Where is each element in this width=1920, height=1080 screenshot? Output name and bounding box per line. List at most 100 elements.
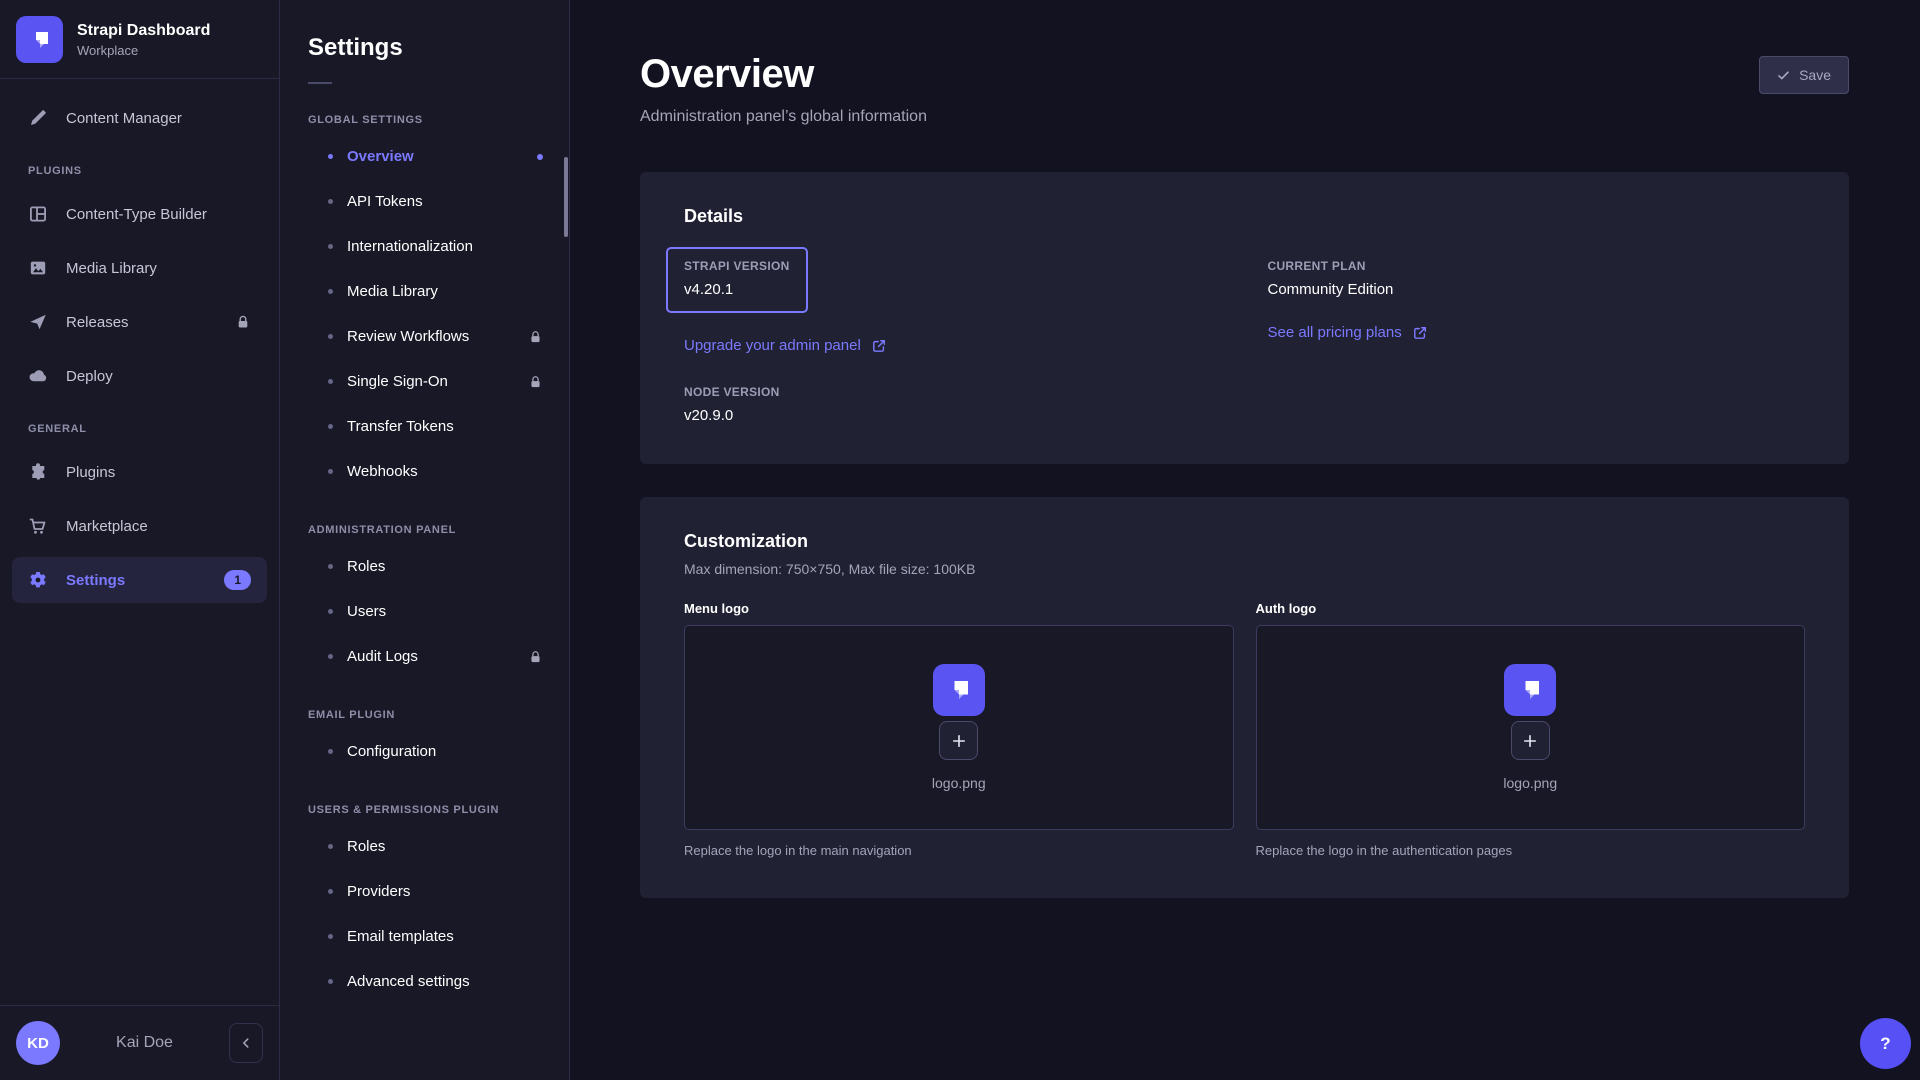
subnav-item-label: Review Workflows — [347, 328, 469, 345]
menu-logo-label: Menu logo — [684, 601, 1234, 616]
subnav-item-advanced-settings[interactable]: Advanced settings — [280, 959, 569, 1004]
subnav-item-label: Advanced settings — [347, 973, 470, 990]
bullet-icon — [328, 889, 333, 894]
auth-logo-description: Replace the logo in the authentication p… — [1256, 843, 1806, 858]
sidebar-item-deploy[interactable]: Deploy — [12, 353, 267, 399]
sidebar-item-label: Content-Type Builder — [66, 206, 207, 223]
subnav-item-email-templates[interactable]: Email templates — [280, 914, 569, 959]
subnav-item-audit-logs[interactable]: Audit Logs — [280, 634, 569, 679]
subnav-item-overview[interactable]: Overview — [280, 134, 569, 179]
sidebar-item-settings[interactable]: Settings 1 — [12, 557, 267, 603]
subnav-scrollbar[interactable] — [564, 157, 568, 237]
avatar[interactable]: KD — [16, 1021, 60, 1065]
sidebar-item-label: Deploy — [66, 368, 113, 385]
bullet-icon — [328, 154, 333, 159]
strapi-version-highlight: STRAPI VERSION v4.20.1 — [666, 247, 808, 313]
collapse-sidebar-button[interactable] — [229, 1023, 263, 1063]
subnav-item-internationalization[interactable]: Internationalization — [280, 224, 569, 269]
bullet-icon — [328, 199, 333, 204]
cart-icon — [28, 516, 48, 536]
subnav-item-configuration[interactable]: Configuration — [280, 729, 569, 774]
auth-logo-label: Auth logo — [1256, 601, 1806, 616]
pricing-link-label: See all pricing plans — [1268, 324, 1402, 341]
details-grid: STRAPI VERSION v4.20.1 Upgrade your admi… — [684, 247, 1805, 424]
subnav-item-label: Single Sign-On — [347, 373, 448, 390]
sidebar-item-releases[interactable]: Releases — [12, 299, 267, 345]
upgrade-link-label: Upgrade your admin panel — [684, 337, 861, 354]
sidebar-item-content-type-builder[interactable]: Content-Type Builder — [12, 191, 267, 237]
page-subtitle: Administration panel’s global informatio… — [640, 108, 927, 126]
node-version-value: v20.9.0 — [684, 407, 1222, 424]
lock-icon — [528, 329, 543, 344]
subnav-item-label: API Tokens — [347, 193, 423, 210]
bullet-icon — [328, 424, 333, 429]
subnav-item-admin-roles[interactable]: Roles — [280, 544, 569, 589]
sidebar-item-label: Settings — [66, 572, 125, 589]
brand-subtitle: Workplace — [77, 43, 210, 58]
bullet-icon — [328, 749, 333, 754]
chevron-left-icon — [239, 1036, 253, 1050]
sidebar-item-content-manager[interactable]: Content Manager — [12, 95, 267, 141]
sidebar-section-general: GENERAL — [12, 423, 267, 435]
subnav-item-transfer-tokens[interactable]: Transfer Tokens — [280, 404, 569, 449]
pricing-plans-link[interactable]: See all pricing plans — [1268, 324, 1428, 341]
puzzle-icon — [28, 462, 48, 482]
details-card: Details STRAPI VERSION v4.20.1 Upgrade y… — [640, 172, 1849, 464]
subnav-item-label: Transfer Tokens — [347, 418, 454, 435]
bullet-icon — [328, 979, 333, 984]
sidebar-item-label: Media Library — [66, 260, 157, 277]
sidebar-item-label: Releases — [66, 314, 129, 331]
menu-logo-upload-box[interactable]: logo.png — [684, 625, 1234, 830]
sidebar-item-marketplace[interactable]: Marketplace — [12, 503, 267, 549]
lock-icon — [528, 649, 543, 664]
image-icon — [28, 258, 48, 278]
lock-icon — [528, 374, 543, 389]
bullet-icon — [328, 289, 333, 294]
sidebar-item-plugins[interactable]: Plugins — [12, 449, 267, 495]
current-plan-label: CURRENT PLAN — [1268, 259, 1806, 273]
add-menu-logo-button[interactable] — [939, 721, 978, 760]
add-auth-logo-button[interactable] — [1511, 721, 1550, 760]
bullet-icon — [328, 844, 333, 849]
cloud-icon — [28, 366, 48, 386]
subnav-item-api-tokens[interactable]: API Tokens — [280, 179, 569, 224]
subnav-item-providers[interactable]: Providers — [280, 869, 569, 914]
sidebar-item-label: Plugins — [66, 464, 115, 481]
subnav-item-single-sign-on[interactable]: Single Sign-On — [280, 359, 569, 404]
save-button-label: Save — [1799, 67, 1831, 83]
subnav-section-global-settings: GLOBAL SETTINGS — [280, 114, 569, 126]
subnav-item-up-roles[interactable]: Roles — [280, 824, 569, 869]
brand-text: Strapi Dashboard Workplace — [77, 22, 210, 58]
subnav-item-label: Webhooks — [347, 463, 418, 480]
subnav-item-webhooks[interactable]: Webhooks — [280, 449, 569, 494]
subnav-item-admin-users[interactable]: Users — [280, 589, 569, 634]
current-plan-value: Community Edition — [1268, 281, 1806, 298]
subnav-section-email-plugin: EMAIL PLUGIN — [280, 709, 569, 721]
subnav-item-label: Audit Logs — [347, 648, 418, 665]
subnav-item-label: Overview — [347, 148, 414, 165]
sidebar-item-media-library[interactable]: Media Library — [12, 245, 267, 291]
workspace-brand[interactable]: Strapi Dashboard Workplace — [0, 0, 279, 78]
external-link-icon — [871, 338, 887, 354]
sidebar-item-label: Content Manager — [66, 110, 182, 127]
subnav-item-label: Users — [347, 603, 386, 620]
strapi-version-value: v4.20.1 — [684, 281, 790, 298]
settings-subnav: Settings GLOBAL SETTINGS Overview API To… — [280, 0, 570, 1080]
main-content: Overview Administration panel’s global i… — [570, 0, 1920, 1080]
subnav-section-users-permissions: USERS & PERMISSIONS PLUGIN — [280, 804, 569, 816]
subnav-item-media-library[interactable]: Media Library — [280, 269, 569, 314]
save-button[interactable]: Save — [1759, 56, 1849, 94]
sidebar-item-label: Marketplace — [66, 518, 148, 535]
bullet-icon — [328, 609, 333, 614]
strapi-logo-icon — [1504, 664, 1556, 716]
upgrade-admin-panel-link[interactable]: Upgrade your admin panel — [684, 337, 887, 354]
bullet-icon — [328, 244, 333, 249]
subnav-title: Settings — [280, 34, 569, 62]
bullet-icon — [328, 469, 333, 474]
auth-logo-upload-box[interactable]: logo.png — [1256, 625, 1806, 830]
subnav-item-review-workflows[interactable]: Review Workflows — [280, 314, 569, 359]
menu-logo-filename: logo.png — [932, 775, 986, 791]
help-button[interactable]: ? — [1860, 1018, 1911, 1069]
page-header: Overview Administration panel’s global i… — [640, 52, 1849, 126]
menu-logo-group: Menu logo logo.png Replace the logo in t… — [684, 601, 1234, 858]
